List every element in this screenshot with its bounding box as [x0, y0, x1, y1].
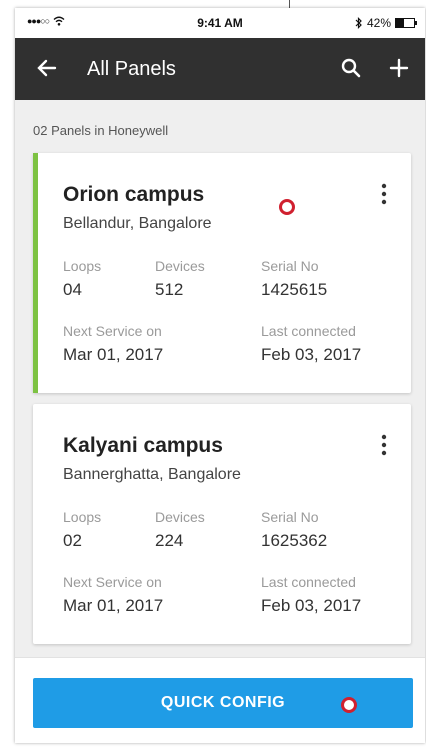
annotation-marker — [279, 199, 295, 215]
next-service-label: Next Service on — [63, 323, 162, 339]
devices-label: Devices — [155, 258, 205, 274]
last-connected-value: Feb 03, 2017 — [261, 345, 362, 364]
devices-value: 512 — [155, 280, 184, 299]
panel-count: 02 Panels in Honeywell — [33, 123, 169, 138]
panel-card-kalyani[interactable]: Kalyani campus Bannerghatta, Bangalore L… — [33, 404, 411, 644]
loops-value: 02 — [63, 531, 82, 550]
search-icon[interactable] — [339, 56, 363, 80]
bluetooth-icon — [355, 17, 362, 29]
serial-label: Serial No — [261, 509, 319, 525]
last-connected-label: Last connected — [261, 323, 356, 339]
next-service-value: Mar 01, 2017 — [63, 596, 164, 615]
battery-percent: 42% — [366, 16, 391, 30]
status-bar: ●●●○○ 9:41 AM 42% — [15, 8, 425, 38]
battery-icon — [395, 18, 417, 28]
status-right: 42% — [355, 16, 417, 30]
annotation-marker — [341, 697, 357, 713]
next-service-label: Next Service on — [63, 574, 162, 590]
devices-value: 224 — [155, 531, 184, 550]
loops-label: Loops — [63, 258, 102, 274]
serial-label: Serial No — [261, 258, 319, 274]
panel-location: Bannerghatta, Bangalore — [63, 466, 241, 483]
panel-location: Bellandur, Bangalore — [63, 215, 212, 232]
panel-card-orion[interactable]: Orion campus Bellandur, Bangalore Loops … — [33, 153, 411, 393]
more-vertical-icon[interactable] — [379, 183, 389, 205]
app-bar: All Panels — [15, 38, 425, 100]
phone-screen: ●●●○○ 9:41 AM 42% All Panels 02 Panels i… — [15, 8, 425, 743]
devices-label: Devices — [155, 509, 205, 525]
arrow-left-icon[interactable] — [35, 56, 59, 80]
serial-value: 1625362 — [261, 531, 328, 550]
last-connected-value: Feb 03, 2017 — [261, 596, 362, 615]
loops-value: 04 — [63, 280, 82, 299]
last-connected-label: Last connected — [261, 574, 356, 590]
next-service-value: Mar 01, 2017 — [63, 345, 164, 364]
bottom-bar: QUICK CONFIG — [15, 657, 425, 743]
panel-name: Orion campus — [63, 183, 205, 206]
more-vertical-icon[interactable] — [379, 434, 389, 456]
page-title: All Panels — [87, 58, 176, 80]
panel-name: Kalyani campus — [63, 434, 223, 457]
serial-value: 1425615 — [261, 280, 328, 299]
plus-icon[interactable] — [387, 56, 411, 80]
loops-label: Loops — [63, 509, 102, 525]
